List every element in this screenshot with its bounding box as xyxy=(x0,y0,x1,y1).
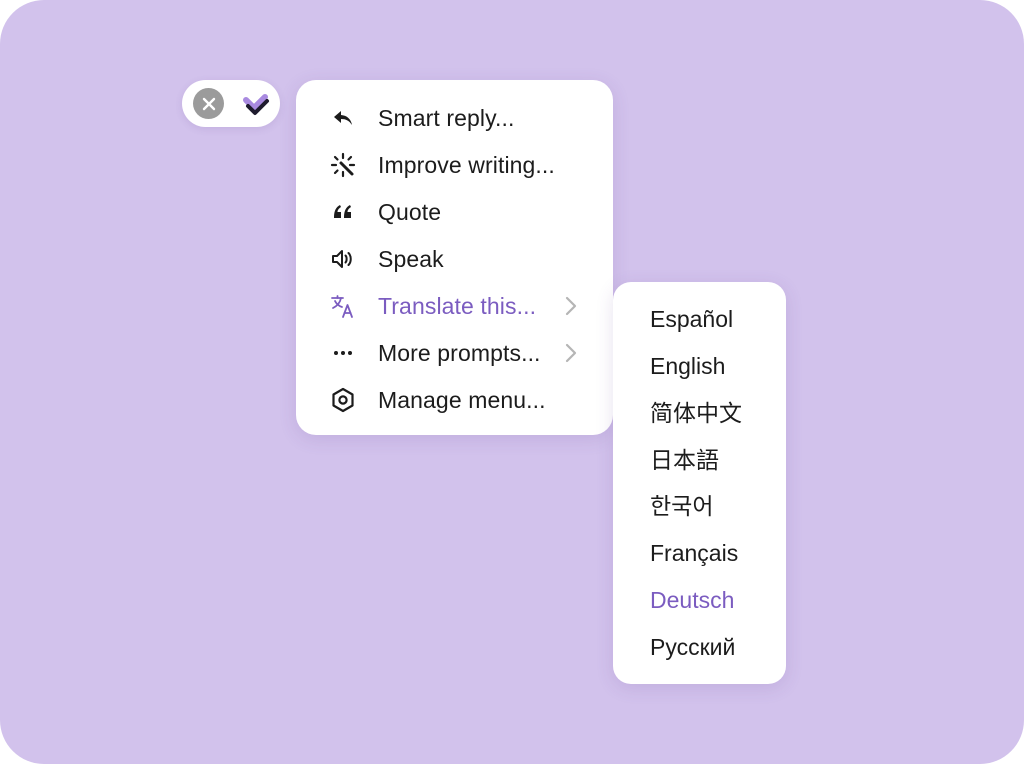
menu-item-more-prompts[interactable]: More prompts... xyxy=(296,330,613,376)
language-option-de[interactable]: Deutsch xyxy=(650,585,734,615)
floating-toolbar xyxy=(182,80,280,127)
chevron-right-icon xyxy=(562,294,580,318)
menu-item-translate[interactable]: Translate this... xyxy=(296,283,613,329)
language-option-ja[interactable]: 日本語 xyxy=(650,445,719,475)
app-logo-icon[interactable] xyxy=(238,87,272,121)
menu-item-label: Translate this... xyxy=(378,292,537,319)
context-menu: Smart reply... Improve writing... Quote … xyxy=(296,80,613,435)
menu-item-label: Smart reply... xyxy=(378,104,515,131)
language-option-es[interactable]: Español xyxy=(650,304,733,334)
menu-item-smart-reply[interactable]: Smart reply... xyxy=(296,95,613,141)
menu-item-label: Speak xyxy=(378,245,444,272)
language-option-ru[interactable]: Русский xyxy=(650,632,735,662)
hexagon-settings-icon xyxy=(330,387,356,413)
menu-item-quote[interactable]: Quote xyxy=(296,189,613,235)
menu-item-label: Manage menu... xyxy=(378,386,546,413)
menu-item-speak[interactable]: Speak xyxy=(296,236,613,282)
speaker-icon xyxy=(330,246,356,272)
app-canvas: Smart reply... Improve writing... Quote … xyxy=(0,0,1024,764)
more-dots-icon xyxy=(330,340,356,366)
close-icon xyxy=(202,97,215,110)
reply-icon xyxy=(330,105,356,131)
menu-item-label: Quote xyxy=(378,198,442,225)
menu-item-label: Improve writing... xyxy=(378,151,555,178)
quote-icon xyxy=(330,199,356,225)
magic-wand-icon xyxy=(330,152,356,178)
menu-item-improve-writing[interactable]: Improve writing... xyxy=(296,142,613,188)
translate-icon xyxy=(330,293,356,319)
menu-item-manage-menu[interactable]: Manage menu... xyxy=(296,377,613,423)
language-option-fr[interactable]: Français xyxy=(650,538,738,568)
language-submenu: Español English 简体中文 日本語 한국어 Français De… xyxy=(613,282,786,684)
language-option-ko[interactable]: 한국어 xyxy=(650,491,713,521)
menu-item-label: More prompts... xyxy=(378,339,541,366)
chevron-right-icon xyxy=(562,341,580,365)
close-button[interactable] xyxy=(193,88,224,119)
language-option-zh[interactable]: 简体中文 xyxy=(650,398,742,428)
language-option-en[interactable]: English xyxy=(650,351,725,381)
